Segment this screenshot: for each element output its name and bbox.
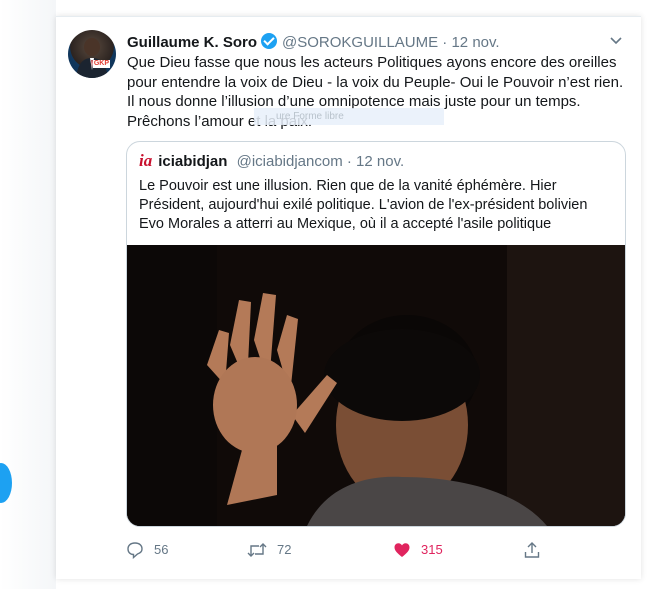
share-button[interactable] <box>523 540 551 560</box>
quote-date: 12 nov. <box>356 153 405 170</box>
left-margin <box>0 0 56 589</box>
reply-count: 56 <box>154 542 169 557</box>
overlay-text: ure Forme libre <box>254 108 444 125</box>
quoted-tweet[interactable]: ia iciabidjan @iciabidjancom · 12 nov. Le… <box>126 141 626 527</box>
reply-icon <box>127 542 143 559</box>
like-count: 315 <box>421 542 443 557</box>
reply-button[interactable]: 56 <box>126 540 168 560</box>
avatar[interactable]: GKP <box>68 30 116 78</box>
quote-logo: ia <box>139 151 153 170</box>
author-name[interactable]: Guillaume K. Soro <box>127 34 257 51</box>
quote-separator: · <box>346 153 352 170</box>
quote-header: ia iciabidjan @iciabidjancom · 12 nov. <box>139 151 405 171</box>
heart-icon <box>394 543 410 557</box>
quote-author-name: iciabidjan <box>158 153 228 170</box>
share-icon <box>524 542 540 558</box>
chevron-down-icon[interactable] <box>609 33 623 47</box>
retweet-count: 72 <box>277 542 292 557</box>
quote-handle: @iciabidjancom <box>236 153 343 170</box>
tweet-date[interactable]: 12 nov. <box>451 34 499 51</box>
avatar-portrait <box>76 38 108 78</box>
like-button[interactable]: 315 <box>393 540 443 560</box>
tweet-actions: 56 72 315 <box>126 540 556 560</box>
retweet-button[interactable]: 72 <box>247 540 291 560</box>
verified-icon <box>261 33 278 49</box>
retweet-icon <box>247 543 267 557</box>
avatar-badge: GKP <box>92 60 110 68</box>
quote-text: Le Pouvoir est une illusion. Rien que de… <box>139 178 588 232</box>
author-handle[interactable]: @SOROKGUILLAUME <box>282 34 438 51</box>
separator: · <box>442 34 448 51</box>
quote-photo[interactable] <box>127 245 625 526</box>
tweet-header: Guillaume K. Soro @SOROKGUILLAUME · 12 no… <box>127 33 500 51</box>
